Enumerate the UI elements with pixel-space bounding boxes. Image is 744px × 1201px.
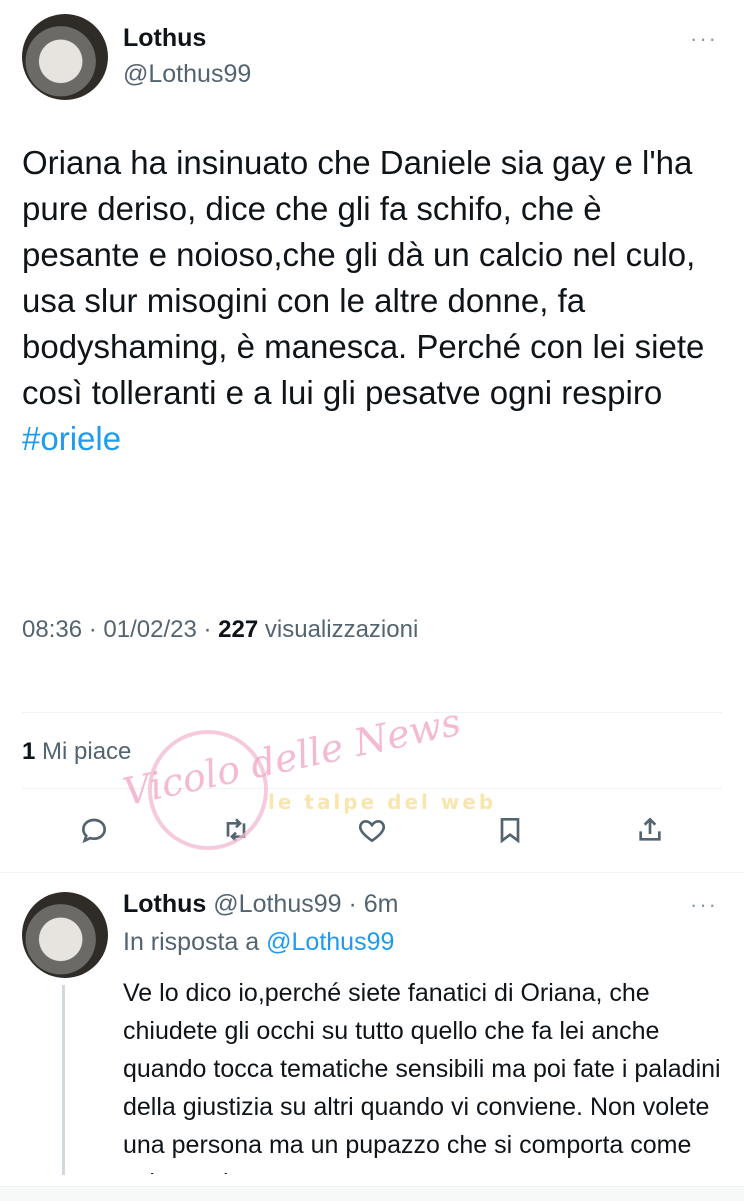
reply-age[interactable]: 6m — [364, 890, 399, 918]
reply-avatar[interactable] — [22, 892, 108, 978]
likes-stat[interactable]: 1 Mi piace — [22, 738, 131, 766]
divider — [22, 712, 722, 713]
likes-label: Mi piace — [42, 738, 132, 765]
views-label: visualizzazioni — [264, 616, 419, 643]
reply-more-options-icon[interactable]: ··· — [690, 892, 718, 918]
in-reply-to-handle[interactable]: @Lothus99 — [266, 928, 394, 956]
tweet-date[interactable]: 01/02/23 — [103, 616, 196, 643]
tweet-time[interactable]: 08:36 — [22, 616, 82, 643]
bookmark-icon — [500, 818, 520, 844]
reply-author-name[interactable]: Lothus — [123, 890, 206, 918]
views-count: 227 — [218, 616, 259, 643]
author-handle[interactable]: @Lothus99 — [123, 60, 251, 89]
reply-icon — [81, 818, 107, 844]
share-button[interactable] — [628, 808, 672, 852]
reply-author-handle[interactable]: @Lothus99 — [213, 890, 341, 918]
bookmark-button[interactable] — [488, 808, 532, 852]
reply-button[interactable] — [72, 808, 116, 852]
heart-icon — [359, 819, 385, 843]
divider — [0, 872, 744, 873]
avatar[interactable] — [22, 14, 108, 100]
likes-count: 1 — [22, 738, 36, 765]
thread-line — [62, 985, 65, 1175]
like-button[interactable] — [350, 808, 394, 852]
tweet-text: Oriana ha insinuato che Daniele sia gay … — [22, 140, 727, 462]
watermark-banner: le talpe del web — [268, 790, 497, 814]
hashtag-link[interactable]: #oriele — [22, 420, 121, 457]
in-reply-to: In risposta a @Lothus99 — [123, 928, 394, 957]
bottom-edge — [0, 1186, 744, 1201]
tweet-body: Oriana ha insinuato che Daniele sia gay … — [22, 144, 705, 411]
reply-text: Ve lo dico io,perché siete fanatici di O… — [123, 979, 721, 1174]
share-icon — [639, 817, 661, 841]
author-name[interactable]: Lothus — [123, 24, 206, 53]
more-options-icon[interactable]: ··· — [690, 26, 718, 52]
tweet-meta: 08:36 · 01/02/23 · 227 visualizzazioni — [22, 616, 419, 643]
in-reply-to-label: In risposta a — [123, 928, 260, 956]
reply-header: Lothus @Lothus99 · 6m — [123, 890, 399, 918]
